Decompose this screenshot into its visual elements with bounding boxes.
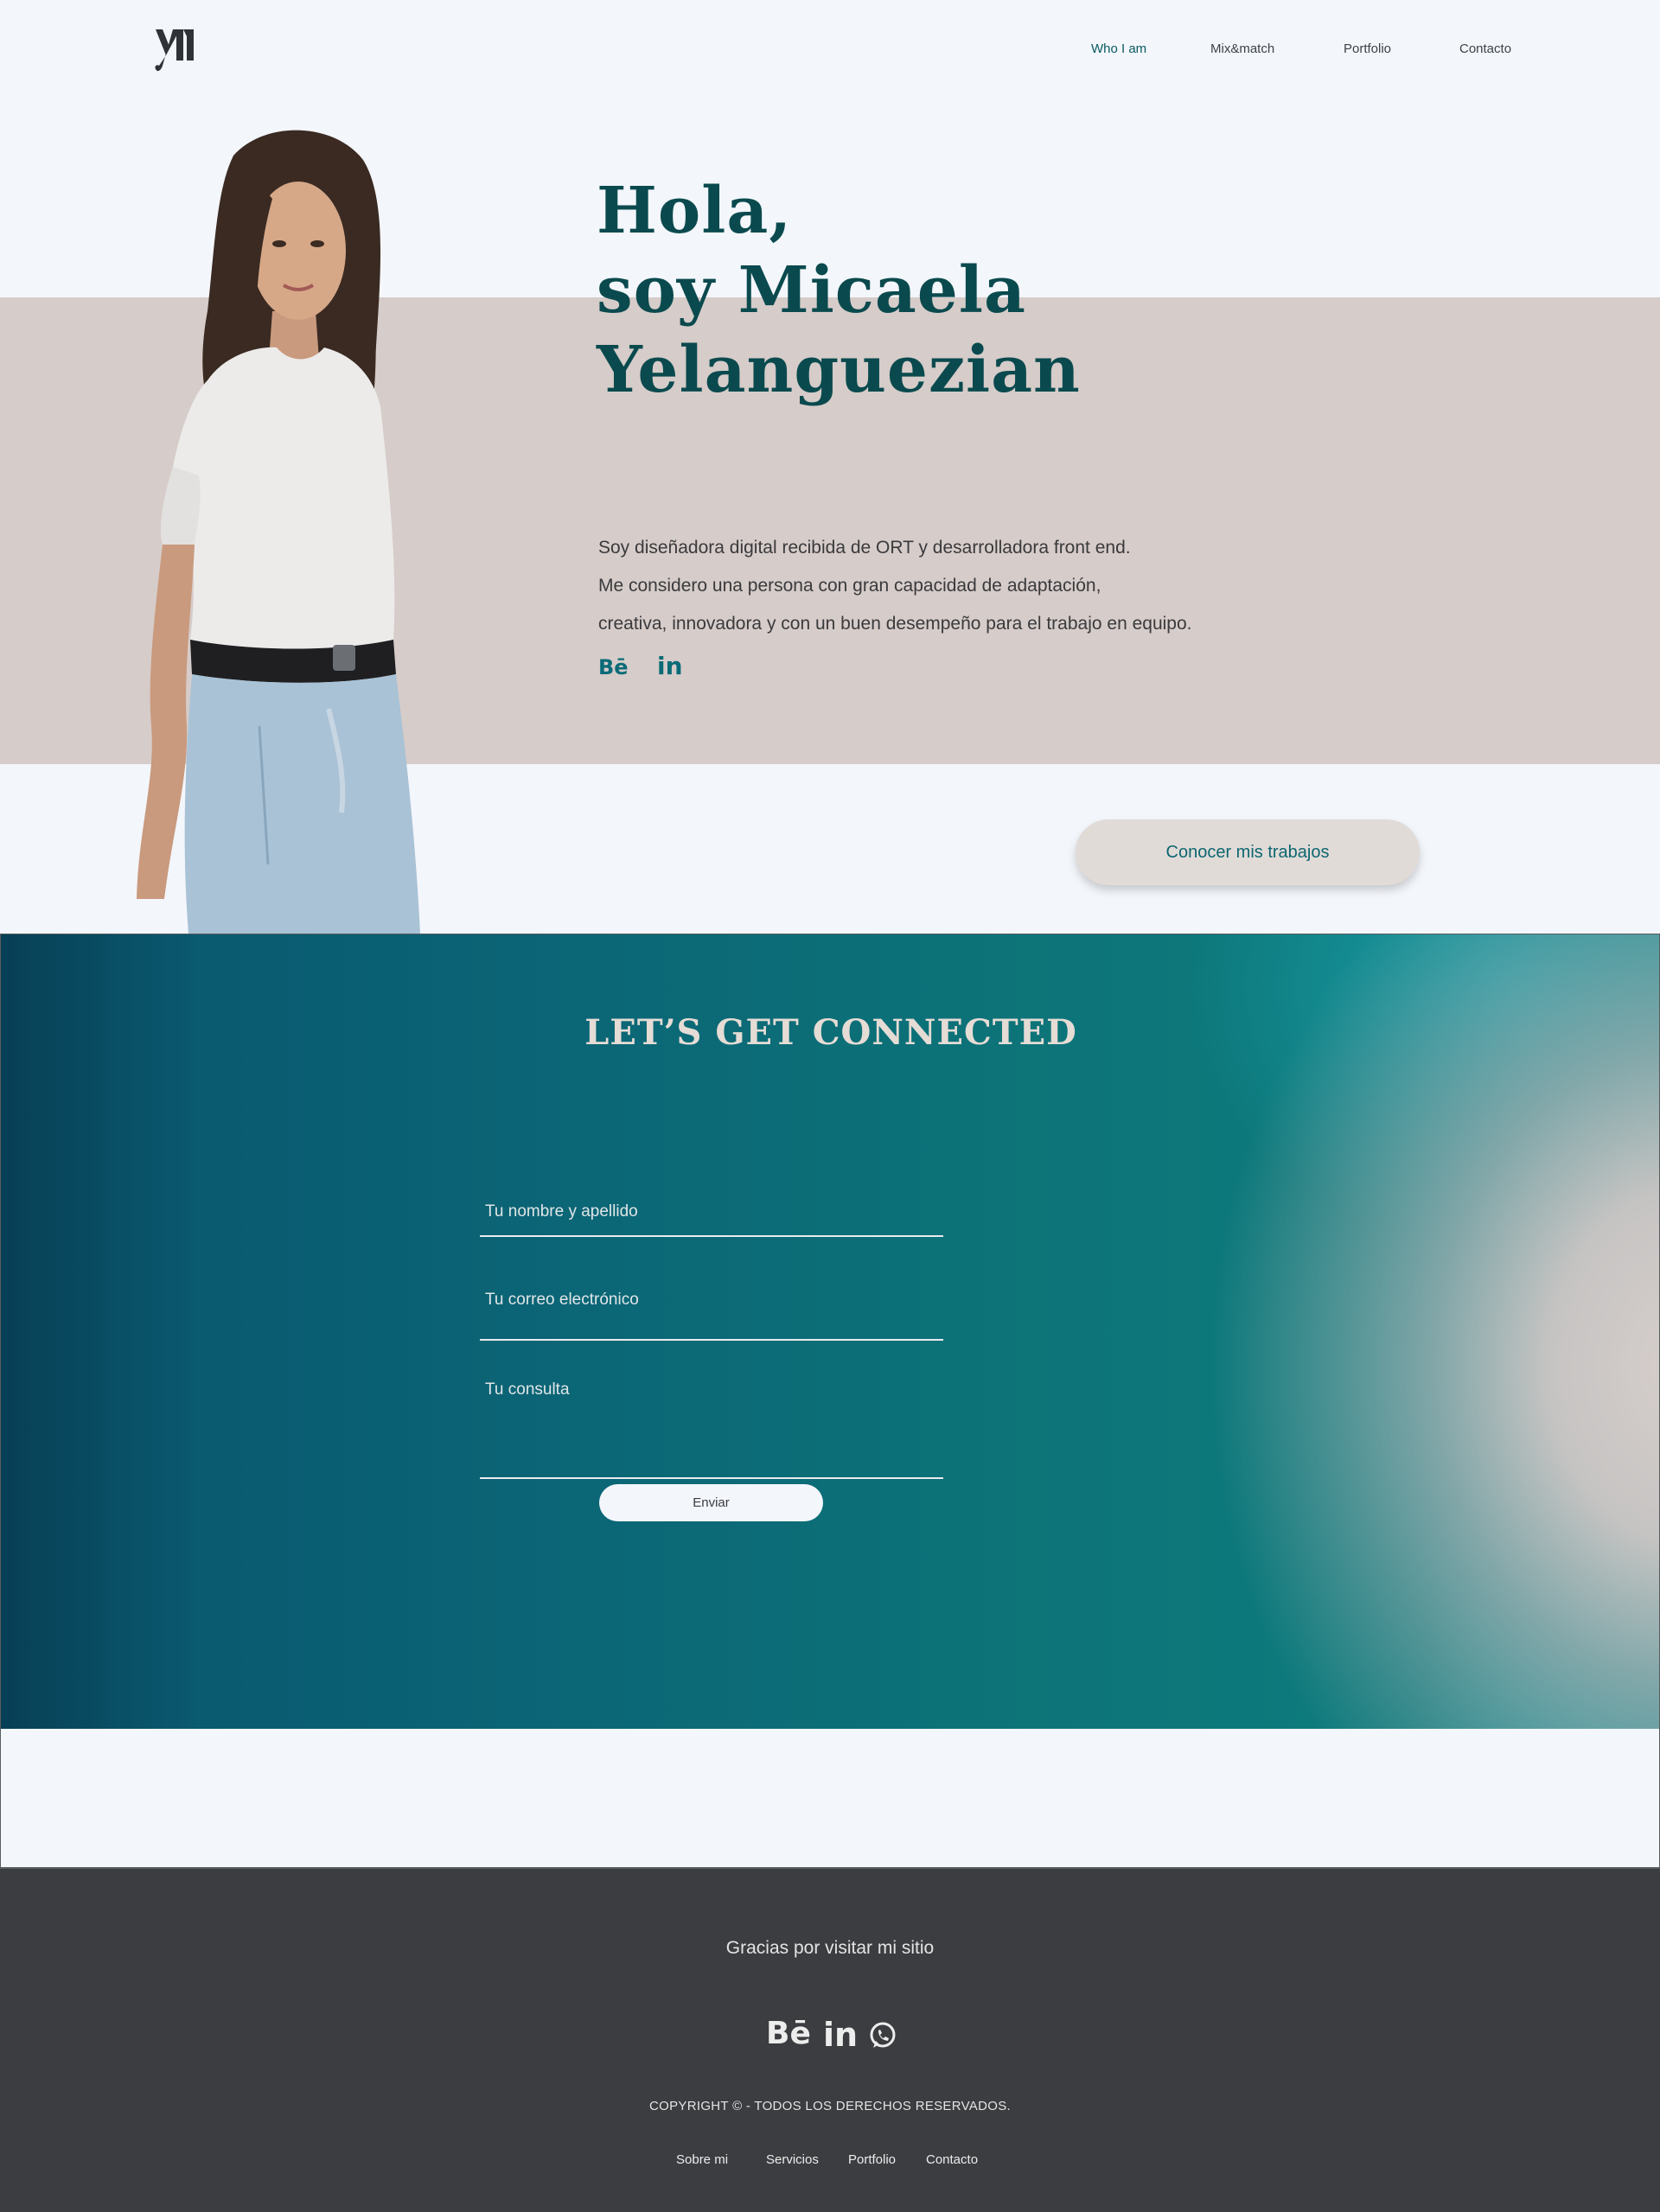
nav-who-i-am[interactable]: Who I am (1091, 41, 1146, 56)
hero-description-line: Soy diseñadora digital recibida de ORT y… (598, 538, 1131, 558)
hero-description-line: creativa, innovadora y con un buen desem… (598, 614, 1192, 634)
contact-title: LET’S GET CONNECTED (584, 1012, 1077, 1053)
main-nav: Who I am Mix&match Portfolio Contacto (0, 41, 1660, 62)
whatsapp-icon[interactable] (868, 2021, 897, 2050)
hero-title-line: Hola, (597, 174, 793, 248)
behance-icon[interactable]: Bē (598, 655, 629, 679)
footer-link-servicios[interactable]: Servicios (766, 2152, 819, 2167)
hero-description: Soy diseñadora digital recibida de ORT y… (598, 529, 1376, 643)
footer-nav: Sobre mi Servicios Portfolio Contacto (0, 2152, 1660, 2170)
hero-title-line: soy Micaela (597, 253, 1026, 328)
hero-title: Hola, soy Micaela Yelanguezian (597, 171, 1254, 410)
contact-section: LET’S GET CONNECTED Tu nombre y apellido… (0, 934, 1660, 1729)
name-field-placeholder[interactable]: Tu nombre y apellido (485, 1202, 638, 1221)
linkedin-icon[interactable]: in (657, 652, 683, 680)
footer-link-contacto[interactable]: Contacto (926, 2152, 978, 2167)
send-button[interactable]: Enviar (599, 1484, 823, 1521)
nav-mix-and-match[interactable]: Mix&match (1210, 41, 1274, 56)
linkedin-icon[interactable]: in (823, 2016, 858, 2054)
hero-title-line: Yelanguezian (597, 333, 1081, 407)
footer-link-sobre-mi[interactable]: Sobre mi (676, 2152, 728, 2167)
behance-icon[interactable]: Bē (766, 2016, 811, 2051)
message-field[interactable]: Tu consulta (480, 1341, 943, 1479)
view-works-button[interactable]: Conocer mis trabajos (1076, 819, 1420, 885)
email-field-placeholder[interactable]: Tu correo electrónico (485, 1291, 639, 1310)
footer-thanks: Gracias por visitar mi sitio (725, 1938, 935, 1958)
name-field[interactable]: Tu nombre y apellido (480, 1135, 943, 1237)
hero-description-line: Me considero una persona con gran capaci… (598, 576, 1101, 596)
footer-link-portfolio[interactable]: Portfolio (848, 2152, 896, 2167)
footer-social-links: Bē in (764, 2016, 903, 2054)
nav-contacto[interactable]: Contacto (1459, 41, 1511, 56)
email-field[interactable]: Tu correo electrónico (480, 1237, 943, 1341)
message-field-placeholder[interactable]: Tu consulta (485, 1380, 570, 1399)
footer-copyright: COPYRIGHT © - TODOS LOS DERECHOS RESERVA… (649, 2099, 1011, 2113)
nav-portfolio[interactable]: Portfolio (1344, 41, 1391, 56)
section-spacer (0, 1729, 1660, 1868)
portrait-photo (137, 130, 420, 934)
site-footer: Gracias por visitar mi sitio Bē in COPYR… (0, 1867, 1660, 2212)
